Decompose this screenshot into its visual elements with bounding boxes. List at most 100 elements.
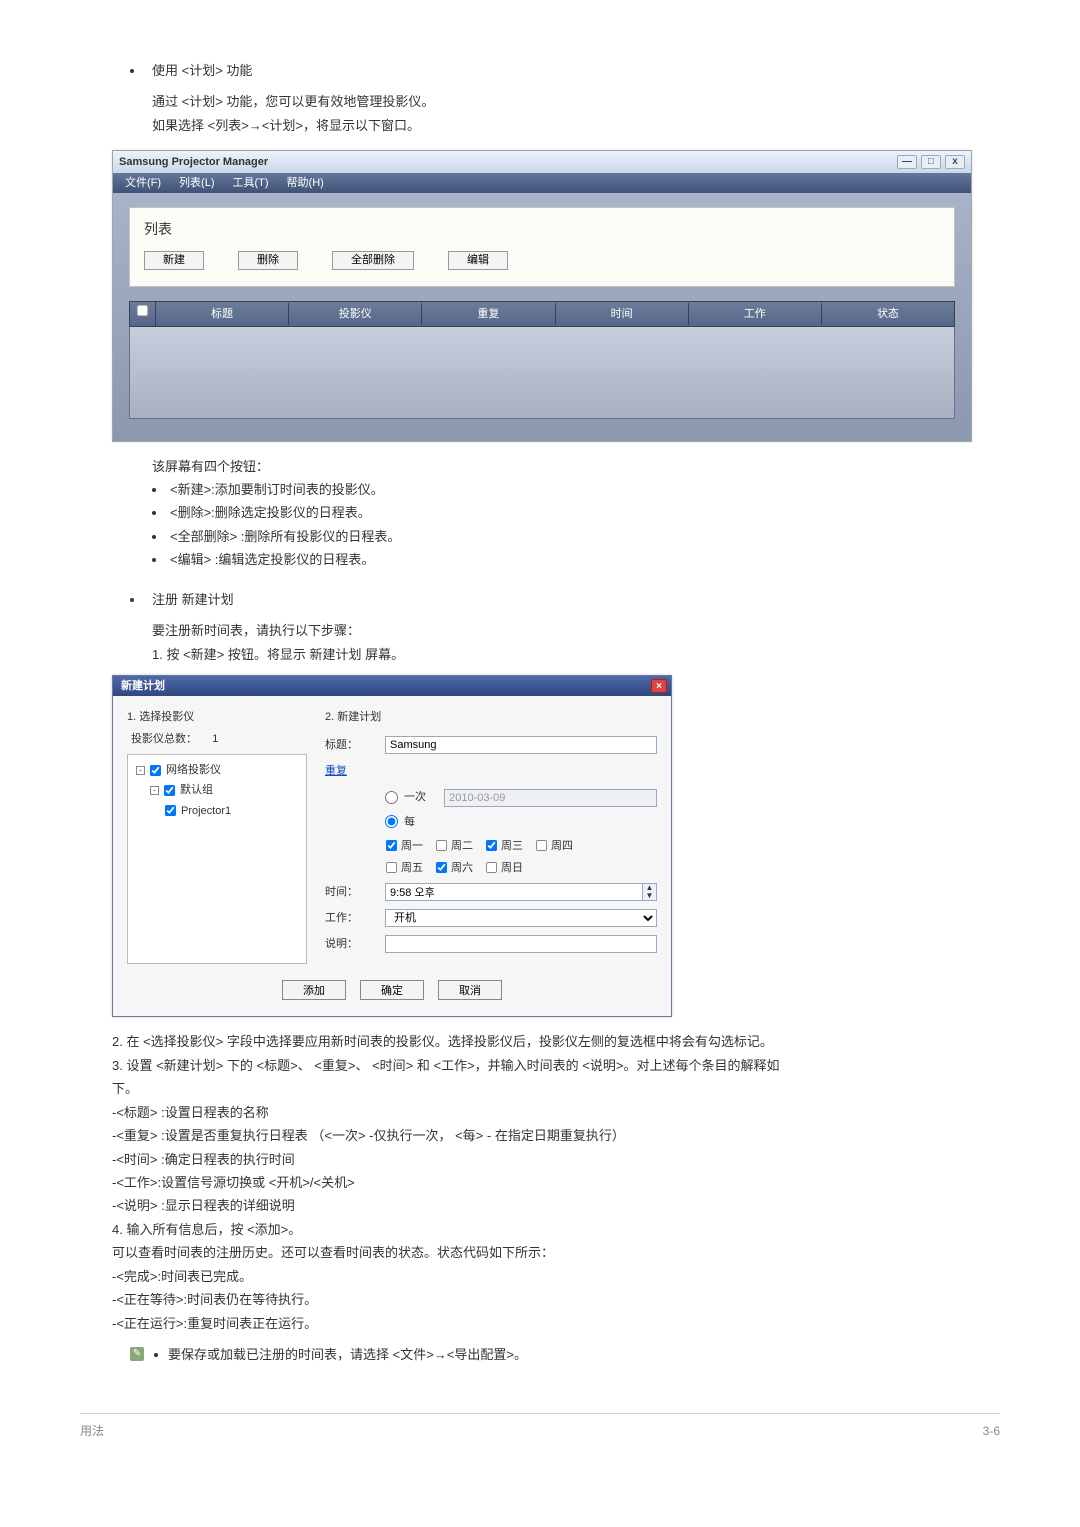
footer-right: 3-6 xyxy=(983,1422,1000,1442)
step3b: 下。 xyxy=(112,1078,1000,1099)
status-complete: -<完成>:时间表已完成。 xyxy=(112,1266,1000,1287)
def-repeat: -<重复> :设置是否重复执行日程表 （<一次> -仅执行一次， <每> - 在… xyxy=(112,1125,1000,1146)
cancel-button[interactable]: 取消 xyxy=(438,980,502,1000)
chk-fri[interactable] xyxy=(386,862,397,873)
radio-every[interactable] xyxy=(385,815,398,828)
intro-line2: 通过 <计划> 功能，您可以更有效地管理投影仪。 xyxy=(80,91,1000,112)
note-text: 要保存或加载已注册的时间表，请选择 <文件>→<导出配置>。 xyxy=(168,1344,527,1365)
btn-desc-edit: <编辑> :编辑选定投影仪的日程表。 xyxy=(170,549,374,570)
status-waiting: -<正在等待>:时间表仍在等待执行。 xyxy=(112,1289,1000,1310)
btn-desc-delete: <删除>:删除选定投影仪的日程表。 xyxy=(170,502,371,523)
work-select[interactable]: 开机 xyxy=(385,909,657,927)
window-titlebar: Samsung Projector Manager — □ x xyxy=(113,151,971,173)
footer-left: 用法 xyxy=(80,1422,104,1442)
weekday-group: 周一 周二 周三 周四 周五 周六 周日 xyxy=(385,837,657,877)
title-input[interactable] xyxy=(385,736,657,754)
step2: 2. 在 <选择投影仪> 字段中选择要应用新时间表的投影仪。选择投影仪后，投影仪… xyxy=(112,1031,1000,1052)
menu-list[interactable]: 列表(L) xyxy=(179,174,214,192)
register-line1: 要注册新时间表，请执行以下步骤： xyxy=(80,620,1000,641)
col-title[interactable]: 标题 xyxy=(156,303,289,325)
edit-button[interactable]: 编辑 xyxy=(448,251,508,270)
radio-every-label: 每 xyxy=(404,813,415,831)
chk-wed[interactable] xyxy=(486,840,497,851)
new-schedule-dialog: 新建计划 × 1. 选择投影仪 投影仪总数： 1 - xyxy=(112,675,672,1017)
add-button[interactable]: 添加 xyxy=(282,980,346,1000)
status-running: -<正在运行>:重复时间表正在运行。 xyxy=(112,1313,1000,1334)
intro-line1: 使用 <计划> 功能 xyxy=(152,60,1000,81)
grid-body-empty xyxy=(129,327,955,419)
tree-collapse-icon[interactable]: - xyxy=(150,786,159,795)
list-panel-title: 列表 xyxy=(144,218,940,241)
step4: 4. 输入所有信息后，按 <添加>。 xyxy=(112,1219,1000,1240)
projector-count-value: 1 xyxy=(212,733,218,745)
projector-manager-window: Samsung Projector Manager — □ x 文件(F) 列表… xyxy=(112,150,972,441)
tree-root-label: 网络投影仪 xyxy=(166,761,221,779)
chk-tue[interactable] xyxy=(436,840,447,851)
def-time: -<时间> :确定日程表的执行时间 xyxy=(112,1149,1000,1170)
label-time: 时间： xyxy=(325,883,385,901)
select-all-checkbox[interactable] xyxy=(137,305,149,317)
tree-item-checkbox[interactable] xyxy=(165,805,176,816)
menu-tools[interactable]: 工具(T) xyxy=(233,174,269,192)
dialog-title: 新建计划 xyxy=(121,677,165,695)
new-schedule-title: 2. 新建计划 xyxy=(325,708,657,726)
radio-once-label: 一次 xyxy=(404,788,426,806)
close-button[interactable]: x xyxy=(945,155,965,169)
label-title: 标题： xyxy=(325,736,385,754)
col-work[interactable]: 工作 xyxy=(689,303,822,325)
step5: 可以查看时间表的注册历史。还可以查看时间表的状态。状态代码如下所示： xyxy=(112,1242,1000,1263)
menu-file[interactable]: 文件(F) xyxy=(125,174,161,192)
tree-collapse-icon[interactable]: - xyxy=(136,766,145,775)
col-repeat[interactable]: 重复 xyxy=(422,303,555,325)
new-button[interactable]: 新建 xyxy=(144,251,204,270)
col-time[interactable]: 时间 xyxy=(556,303,689,325)
label-desc: 说明： xyxy=(325,935,385,953)
projector-tree[interactable]: - 网络投影仪 - 默认组 Projector1 xyxy=(127,754,307,964)
list-panel: 列表 新建 删除 全部删除 编辑 xyxy=(129,207,955,287)
btn-desc-new: <新建>:添加要制订时间表的投影仪。 xyxy=(170,479,384,500)
tree-root-checkbox[interactable] xyxy=(150,765,161,776)
time-input[interactable] xyxy=(385,883,643,901)
dialog-close-button[interactable]: × xyxy=(651,679,667,693)
label-work: 工作： xyxy=(325,909,385,927)
tree-item-label: Projector1 xyxy=(181,802,231,820)
tree-group-label: 默认组 xyxy=(180,781,213,799)
tree-group-checkbox[interactable] xyxy=(164,785,175,796)
def-desc: -<说明> :显示日程表的详细说明 xyxy=(112,1195,1000,1216)
def-work: -<工作>:设置信号源切换或 <开机>/<关机> xyxy=(112,1172,1000,1193)
step3a: 3. 设置 <新建计划> 下的 <标题>、 <重复>、 <时间> 和 <工作>，… xyxy=(112,1055,1000,1076)
menu-bar: 文件(F) 列表(L) 工具(T) 帮助(H) xyxy=(113,173,971,193)
grid-header: 标题 投影仪 重复 时间 工作 状态 xyxy=(129,301,955,326)
time-spinner[interactable]: ▲▼ xyxy=(643,883,657,901)
col-projector[interactable]: 投影仪 xyxy=(289,303,422,325)
delete-all-button[interactable]: 全部删除 xyxy=(332,251,414,270)
date-input xyxy=(444,789,657,807)
note-icon: ✎ xyxy=(130,1347,144,1361)
minimize-button[interactable]: — xyxy=(897,155,917,169)
label-repeat: 重复 xyxy=(325,762,385,780)
maximize-button[interactable]: □ xyxy=(921,155,941,169)
def-title: -<标题> :设置日程表的名称 xyxy=(112,1102,1000,1123)
chk-sun[interactable] xyxy=(486,862,497,873)
dialog-titlebar: 新建计划 × xyxy=(113,676,671,696)
four-buttons-lead: 该屏幕有四个按钮： xyxy=(152,456,1000,477)
radio-once[interactable] xyxy=(385,791,398,804)
col-status[interactable]: 状态 xyxy=(822,303,954,325)
ok-button[interactable]: 确定 xyxy=(360,980,424,1000)
window-title: Samsung Projector Manager xyxy=(119,153,268,171)
bullet-dot xyxy=(130,598,134,602)
chk-sat[interactable] xyxy=(436,862,447,873)
bullet-dot xyxy=(130,69,134,73)
register-line2: 1. 按 <新建> 按钮。将显示 新建计划 屏幕。 xyxy=(80,644,1000,665)
btn-desc-delete-all: <全部删除> :删除所有投影仪的日程表。 xyxy=(170,526,400,547)
projector-count-label: 投影仪总数： xyxy=(131,733,197,745)
intro-line3: 如果选择 <列表>→<计划>，将显示以下窗口。 xyxy=(80,115,1000,136)
chk-thu[interactable] xyxy=(536,840,547,851)
delete-button[interactable]: 删除 xyxy=(238,251,298,270)
register-heading: 注册 新建计划 xyxy=(152,589,1000,610)
chk-mon[interactable] xyxy=(386,840,397,851)
bullet-dot xyxy=(154,1353,158,1357)
select-projector-title: 1. 选择投影仪 xyxy=(127,708,307,726)
desc-input[interactable] xyxy=(385,935,657,953)
menu-help[interactable]: 帮助(H) xyxy=(287,174,324,192)
